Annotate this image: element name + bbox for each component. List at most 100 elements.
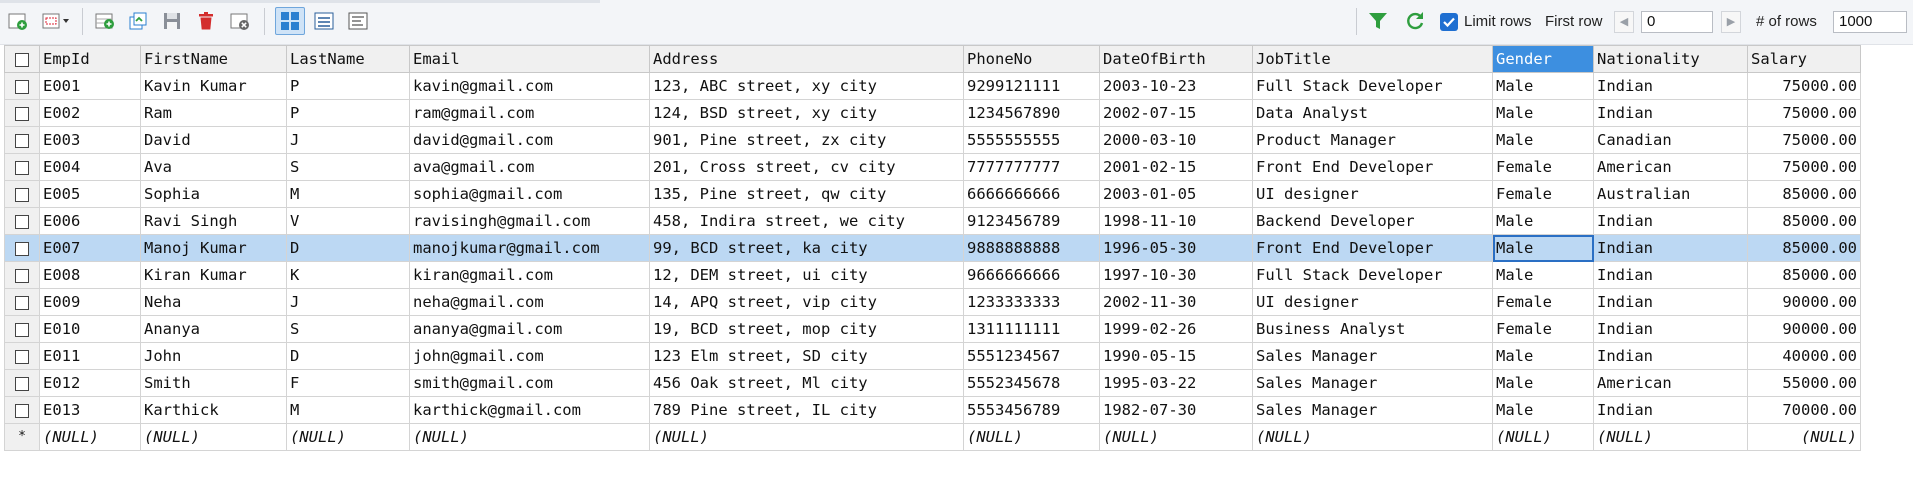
cell-gender[interactable]: Male bbox=[1492, 369, 1594, 397]
cancel-changes-icon[interactable] bbox=[228, 9, 252, 33]
previous-page-icon[interactable]: ◀ bbox=[1614, 11, 1634, 33]
row-checkbox[interactable] bbox=[4, 72, 40, 100]
cell-dateofbirth[interactable]: 1999-02-26 bbox=[1099, 315, 1253, 343]
cell-dateofbirth[interactable]: 2002-11-30 bbox=[1099, 288, 1253, 316]
cell-empid[interactable]: E012 bbox=[39, 369, 141, 397]
cell-gender[interactable]: Male bbox=[1492, 396, 1594, 424]
cell-gender[interactable]: Male bbox=[1492, 99, 1594, 127]
limit-rows-checkbox[interactable] bbox=[1440, 13, 1458, 31]
row-checkbox[interactable] bbox=[4, 234, 40, 262]
cell-jobtitle[interactable]: Sales Manager bbox=[1252, 342, 1493, 370]
cell-dateofbirth[interactable]: 2000-03-10 bbox=[1099, 126, 1253, 154]
cell-jobtitle[interactable]: Front End Developer bbox=[1252, 234, 1493, 262]
cell-address[interactable]: 901, Pine street, zx city bbox=[649, 126, 964, 154]
cell-nationality[interactable]: American bbox=[1593, 153, 1748, 181]
checkbox-icon[interactable] bbox=[15, 376, 29, 391]
cell-lastname[interactable]: M bbox=[286, 396, 410, 424]
cell-address[interactable]: 789 Pine street, IL city bbox=[649, 396, 964, 424]
cell-lastname[interactable]: J bbox=[286, 288, 410, 316]
cell-phoneno[interactable]: 9123456789 bbox=[963, 207, 1100, 235]
cell-gender[interactable]: Male bbox=[1492, 126, 1594, 154]
table-row[interactable]: E008 Kiran Kumar Kkiran@gmail.com 12, DEM s… bbox=[4, 261, 1861, 289]
cell-jobtitle[interactable]: Data Analyst bbox=[1252, 99, 1493, 127]
cell-firstname[interactable]: David bbox=[140, 126, 287, 154]
cell-nationality[interactable]: Indian bbox=[1593, 396, 1748, 424]
null-cell-salary[interactable]: (NULL) bbox=[1747, 423, 1861, 451]
cell-phoneno[interactable]: 9666666666 bbox=[963, 261, 1100, 289]
cell-salary[interactable]: 40000.00 bbox=[1747, 342, 1861, 370]
row-checkbox[interactable] bbox=[4, 153, 40, 181]
cell-dateofbirth[interactable]: 1995-03-22 bbox=[1099, 369, 1253, 397]
cell-empid[interactable]: E001 bbox=[39, 72, 141, 100]
cell-firstname[interactable]: Neha bbox=[140, 288, 287, 316]
table-row[interactable]: E003 David Jdavid@gmail.com 901, Pine stree… bbox=[4, 126, 1861, 154]
cell-salary[interactable]: 75000.00 bbox=[1747, 72, 1861, 100]
cell-salary[interactable]: 70000.00 bbox=[1747, 396, 1861, 424]
cell-address[interactable]: 123, ABC street, xy city bbox=[649, 72, 964, 100]
cell-nationality[interactable]: Indian bbox=[1593, 234, 1748, 262]
cell-gender[interactable]: Male bbox=[1492, 342, 1594, 370]
table-row[interactable]: E007 Manoj Kumar Dmanojkumar@gmail.com 99, … bbox=[4, 234, 1861, 262]
row-checkbox[interactable] bbox=[4, 126, 40, 154]
cell-firstname[interactable]: Ava bbox=[140, 153, 287, 181]
cell-salary[interactable]: 85000.00 bbox=[1747, 207, 1861, 235]
null-cell-gender[interactable]: (NULL) bbox=[1492, 423, 1594, 451]
null-cell-email[interactable]: (NULL) bbox=[409, 423, 650, 451]
num-rows-input[interactable]: 1000 bbox=[1833, 11, 1907, 33]
next-page-icon[interactable]: ▶ bbox=[1721, 11, 1741, 33]
column-header-jobtitle[interactable]: JobTitle bbox=[1252, 45, 1493, 73]
save-icon[interactable] bbox=[160, 9, 184, 33]
cell-salary[interactable]: 90000.00 bbox=[1747, 315, 1861, 343]
cell-address[interactable]: 124, BSD street, xy city bbox=[649, 99, 964, 127]
cell-phoneno[interactable]: 1233333333 bbox=[963, 288, 1100, 316]
row-checkbox[interactable] bbox=[4, 207, 40, 235]
table-row[interactable]: E011 John Djohn@gmail.com 123 Elm street, S… bbox=[4, 342, 1861, 370]
select-all-checkbox[interactable] bbox=[4, 45, 40, 73]
cell-lastname[interactable]: D bbox=[286, 234, 410, 262]
cell-gender[interactable]: Male bbox=[1492, 261, 1594, 289]
row-checkbox[interactable] bbox=[4, 369, 40, 397]
column-header-salary[interactable]: Salary bbox=[1747, 45, 1861, 73]
cell-phoneno[interactable]: 1234567890 bbox=[963, 99, 1100, 127]
column-header-empid[interactable]: EmpId bbox=[39, 45, 141, 73]
column-header-phoneno[interactable]: PhoneNo bbox=[963, 45, 1100, 73]
cell-phoneno[interactable]: 1311111111 bbox=[963, 315, 1100, 343]
table-row[interactable]: E012 Smith Fsmith@gmail.com 456 Oak street,… bbox=[4, 369, 1861, 397]
null-cell-jobtitle[interactable]: (NULL) bbox=[1252, 423, 1493, 451]
text-view-icon[interactable] bbox=[346, 9, 370, 33]
cell-dateofbirth[interactable]: 1996-05-30 bbox=[1099, 234, 1253, 262]
cell-empid[interactable]: E004 bbox=[39, 153, 141, 181]
cell-email[interactable]: kiran@gmail.com bbox=[409, 261, 650, 289]
cell-gender[interactable]: Male bbox=[1492, 207, 1594, 235]
cell-dateofbirth[interactable]: 2002-07-15 bbox=[1099, 99, 1253, 127]
null-cell-nationality[interactable]: (NULL) bbox=[1593, 423, 1748, 451]
cell-email[interactable]: karthick@gmail.com bbox=[409, 396, 650, 424]
cell-nationality[interactable]: Australian bbox=[1593, 180, 1748, 208]
checkbox-icon[interactable] bbox=[15, 106, 29, 121]
cell-jobtitle[interactable]: Sales Manager bbox=[1252, 369, 1493, 397]
cell-firstname[interactable]: Kavin Kumar bbox=[140, 72, 287, 100]
cell-email[interactable]: david@gmail.com bbox=[409, 126, 650, 154]
cell-lastname[interactable]: F bbox=[286, 369, 410, 397]
cell-salary[interactable]: 75000.00 bbox=[1747, 153, 1861, 181]
cell-lastname[interactable]: J bbox=[286, 126, 410, 154]
row-checkbox[interactable] bbox=[4, 342, 40, 370]
cell-lastname[interactable]: S bbox=[286, 315, 410, 343]
column-header-lastname[interactable]: LastName bbox=[286, 45, 410, 73]
checkbox-icon[interactable] bbox=[15, 322, 29, 337]
column-header-nationality[interactable]: Nationality bbox=[1593, 45, 1748, 73]
cell-address[interactable]: 201, Cross street, cv city bbox=[649, 153, 964, 181]
checkbox-icon[interactable] bbox=[15, 52, 29, 67]
cell-gender[interactable]: Female bbox=[1492, 153, 1594, 181]
table-row[interactable]: E002 Ram Pram@gmail.com 124, BSD street, xy… bbox=[4, 99, 1861, 127]
column-header-address[interactable]: Address bbox=[649, 45, 964, 73]
duplicate-row-icon[interactable] bbox=[126, 9, 150, 33]
row-checkbox[interactable] bbox=[4, 315, 40, 343]
cell-firstname[interactable]: Smith bbox=[140, 369, 287, 397]
cell-jobtitle[interactable]: UI designer bbox=[1252, 180, 1493, 208]
cell-dateofbirth[interactable]: 2003-10-23 bbox=[1099, 72, 1253, 100]
cell-address[interactable]: 99, BCD street, ka city bbox=[649, 234, 964, 262]
filter-dropdown-icon[interactable] bbox=[40, 9, 70, 33]
cell-email[interactable]: ananya@gmail.com bbox=[409, 315, 650, 343]
checkbox-icon[interactable] bbox=[15, 214, 29, 229]
